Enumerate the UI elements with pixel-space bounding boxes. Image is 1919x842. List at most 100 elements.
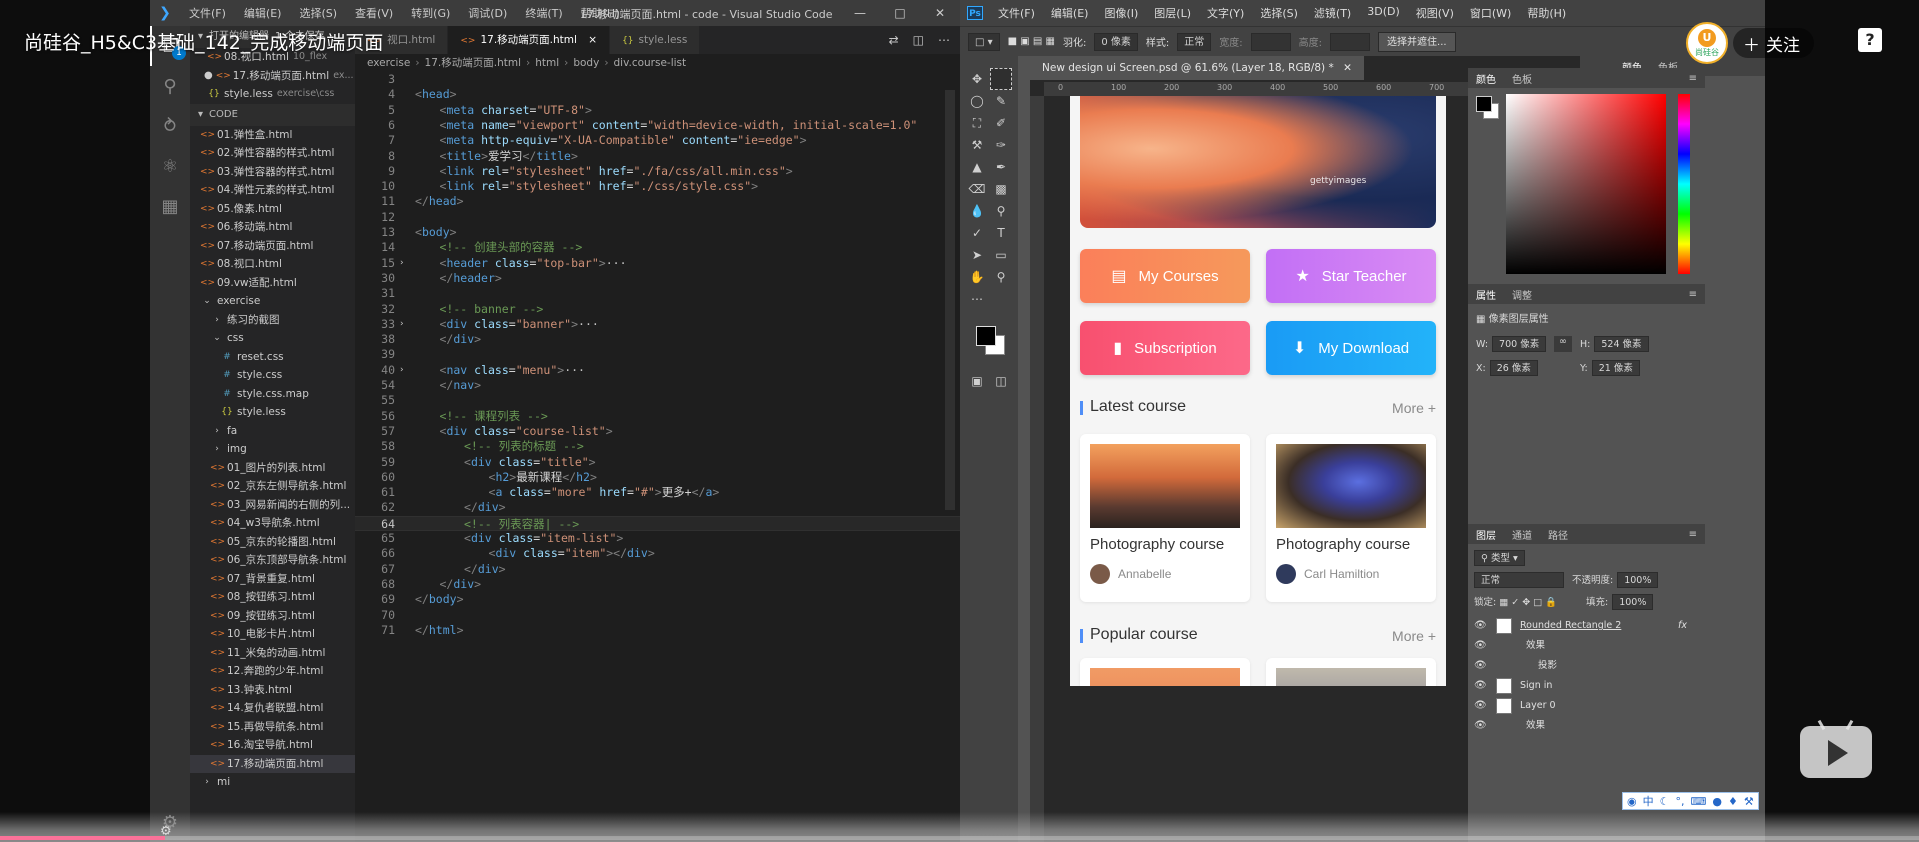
file-item[interactable]: <> 02_京东左侧导航条.html [190, 477, 355, 496]
latest-more-link[interactable]: More + [1392, 400, 1436, 416]
file-item[interactable]: <> 01_图片的列表.html [190, 459, 355, 478]
x-value[interactable]: 26 像素 [1489, 360, 1538, 376]
width-input[interactable] [1250, 32, 1291, 51]
blur-tool-icon[interactable]: 💧 [966, 200, 988, 222]
fold-chevron-icon[interactable]: › [399, 256, 404, 271]
fold-chevron-icon[interactable]: › [399, 317, 404, 332]
foreground-background-colors[interactable] [976, 326, 1006, 356]
folder-item[interactable]: › img [190, 440, 355, 459]
file-item[interactable]: <> 17.移动端页面.html [190, 754, 355, 773]
file-item[interactable]: {} style.less [190, 403, 355, 422]
foreground-color-swatch[interactable] [1476, 96, 1492, 112]
more-tools-icon[interactable]: ⋯ [966, 288, 988, 310]
compare-icon[interactable]: ⇄ [889, 33, 899, 47]
height-input[interactable] [1330, 32, 1371, 51]
ime-toolbar[interactable]: ◉ 中 ☾ °, ⌨ ● ♦ ⚒ [1622, 792, 1759, 810]
eraser-tool-icon[interactable]: ⌫ [966, 178, 988, 200]
quick-mask-icon[interactable]: ▣ [966, 370, 988, 392]
menu-item[interactable]: 查看(V) [346, 5, 402, 21]
foreground-color-swatch[interactable] [976, 326, 996, 346]
close-tab-icon[interactable]: × [585, 34, 597, 46]
open-editor-item[interactable]: ● <> 17.移动端页面.html ex... [190, 67, 355, 86]
history-brush-tool-icon[interactable]: ✒ [990, 156, 1012, 178]
file-item[interactable]: <> 07.移动端页面.html [190, 237, 355, 256]
file-item[interactable]: <> 09_按钮练习.html [190, 607, 355, 626]
style-select[interactable]: 正常 [1177, 32, 1212, 51]
pen-tool-icon[interactable]: ✓ [966, 222, 988, 244]
menu-item[interactable]: 终端(T) [516, 5, 571, 21]
folder-item[interactable]: › mi [190, 773, 355, 792]
layer-kind-filter[interactable]: ⚲ 类型 ▾ [1474, 550, 1525, 566]
popular-more-link[interactable]: More + [1392, 628, 1436, 644]
file-item[interactable]: <> 02.弹性容器的样式.html [190, 144, 355, 163]
menu-item[interactable]: 3D(D) [1359, 5, 1408, 21]
panel-menu-icon[interactable]: ≡ [1689, 289, 1705, 300]
extensions-icon[interactable]: ▦ [150, 186, 190, 226]
menu-item[interactable]: 编辑(E) [1043, 5, 1097, 21]
screen-mode-icon[interactable]: ◫ [990, 370, 1012, 392]
menu-item[interactable]: 视图(V) [1408, 5, 1462, 21]
zoom-tool-icon[interactable]: ⚲ [990, 266, 1012, 288]
fill-value[interactable]: 100% [1612, 594, 1654, 610]
gradient-tool-icon[interactable]: ▩ [990, 178, 1012, 200]
split-editor-icon[interactable]: ◫ [913, 33, 924, 47]
file-item[interactable]: <> 05_京东的轮播图.html [190, 533, 355, 552]
file-item[interactable]: <> 08.视口.html [190, 255, 355, 274]
folder-item[interactable]: › fa [190, 422, 355, 441]
move-tool-icon[interactable]: ✥ [966, 68, 988, 90]
file-item[interactable]: <> 03_网易新闻的右侧的列... [190, 496, 355, 515]
feather-input[interactable]: 0 像素 [1094, 32, 1138, 51]
file-item[interactable]: <> 13.钟表.html [190, 681, 355, 700]
close-icon[interactable]: ✕ [920, 0, 960, 26]
breadcrumb-item[interactable]: div.course-list [614, 57, 687, 69]
editor-tab[interactable]: <> 17.移动端页面.html × [448, 26, 611, 54]
debug-icon[interactable]: ⚛ [150, 146, 190, 186]
maximize-icon[interactable]: □ [880, 0, 920, 26]
y-value[interactable]: 21 像素 [1591, 360, 1640, 376]
file-item[interactable]: # style.css.map [190, 385, 355, 404]
path-select-tool-icon[interactable]: ➤ [966, 244, 988, 266]
hand-tool-icon[interactable]: ✋ [966, 266, 988, 288]
more-actions-icon[interactable]: ⋯ [938, 33, 950, 47]
folder-item[interactable]: › 练习的截图 [190, 311, 355, 330]
tab-properties[interactable]: 属性 [1468, 287, 1504, 302]
file-item[interactable]: <> 07_背景重复.html [190, 570, 355, 589]
course-card[interactable] [1266, 658, 1436, 686]
menu-item[interactable]: 编辑(E) [235, 5, 291, 21]
file-item[interactable]: <> 10_电影卡片.html [190, 625, 355, 644]
dodge-tool-icon[interactable]: ⚲ [990, 200, 1012, 222]
menu-item[interactable]: 窗口(W) [1462, 5, 1519, 21]
folder-item[interactable]: ⌄ exercise [190, 292, 355, 311]
width-value[interactable]: 700 像素 [1492, 336, 1547, 352]
menu-item[interactable]: 选择(S) [290, 5, 346, 21]
video-progress-bar[interactable] [0, 836, 1919, 840]
unsaved-dot-icon[interactable]: ● [204, 67, 213, 86]
breadcrumb-item[interactable]: exercise [367, 57, 410, 69]
tab-paths[interactable]: 路径 [1540, 527, 1576, 542]
file-item[interactable]: <> 03.弹性容器的样式.html [190, 163, 355, 182]
panel-menu-icon[interactable]: ≡ [1689, 73, 1705, 84]
close-document-icon[interactable]: ✕ [1343, 62, 1352, 74]
blend-mode-select[interactable]: 正常 [1474, 572, 1564, 588]
file-item[interactable]: <> 05.像素.html [190, 200, 355, 219]
course-card[interactable]: Photography course Annabelle [1080, 434, 1250, 602]
editor-tab[interactable]: {} style.less [610, 26, 701, 54]
menu-item[interactable]: 滤镜(T) [1306, 5, 1359, 21]
tab-color[interactable]: 颜色 [1468, 71, 1504, 86]
menu-item[interactable]: 文字(Y) [1199, 5, 1252, 21]
menu-item[interactable]: 帮助(H) [1519, 5, 1574, 21]
file-item[interactable]: <> 15.再做导航条.html [190, 718, 355, 737]
breadcrumb-item[interactable]: 17.移动端页面.html [425, 57, 521, 69]
file-item[interactable]: <> 04.弹性元素的样式.html [190, 181, 355, 200]
file-item[interactable]: # style.css [190, 366, 355, 385]
opacity-value[interactable]: 100% [1617, 572, 1659, 588]
tab-adjustments[interactable]: 调整 [1504, 287, 1540, 302]
menu-item[interactable]: 文件(F) [990, 5, 1043, 21]
selection-mode-icons[interactable]: ■ ▣ ▤ ▦ [1008, 36, 1055, 47]
menu-item[interactable]: 转到(G) [402, 5, 459, 21]
healing-tool-icon[interactable]: ⚒ [966, 134, 988, 156]
menu-item[interactable]: 文件(F) [180, 5, 235, 21]
crop-tool-icon[interactable]: ⛶ [966, 112, 988, 134]
editor-scrollbar[interactable] [945, 90, 955, 510]
menu-item[interactable]: 选择(S) [1252, 5, 1306, 21]
